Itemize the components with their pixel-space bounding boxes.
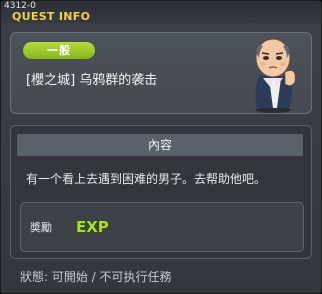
exp-label: EXP — [76, 218, 109, 236]
reward-label: 奬勵 — [30, 221, 52, 234]
title-bar[interactable]: 4312-0 QUEST INFO — [1, 1, 321, 23]
quest-content-panel: 內容 有一个看上去遇到困难的男子。去帮助他吧。 奬勵 EXP — [10, 125, 312, 259]
quest-type-badge: 一般 — [23, 42, 95, 59]
npc-portrait-icon — [255, 38, 296, 113]
reward-box: 奬勵 EXP — [20, 202, 304, 252]
quest-info-window: 4312-0 QUEST INFO 一般 [櫻之城] 乌鸦群的袭击 內容 有一个… — [0, 0, 322, 294]
exp-icon: EXP — [75, 217, 109, 236]
quest-name: [櫻之城] 乌鸦群的袭击 — [26, 73, 158, 88]
quest-description: 有一个看上去遇到困难的男子。去帮助他吧。 — [26, 172, 267, 186]
content-header: 內容 — [17, 134, 303, 156]
quest-status: 狀態: 可開始 / 不可执行任務 — [20, 270, 172, 284]
quest-header-panel: 一般 [櫻之城] 乌鸦群的袭击 — [10, 32, 312, 114]
window-title: QUEST INFO — [12, 10, 91, 23]
